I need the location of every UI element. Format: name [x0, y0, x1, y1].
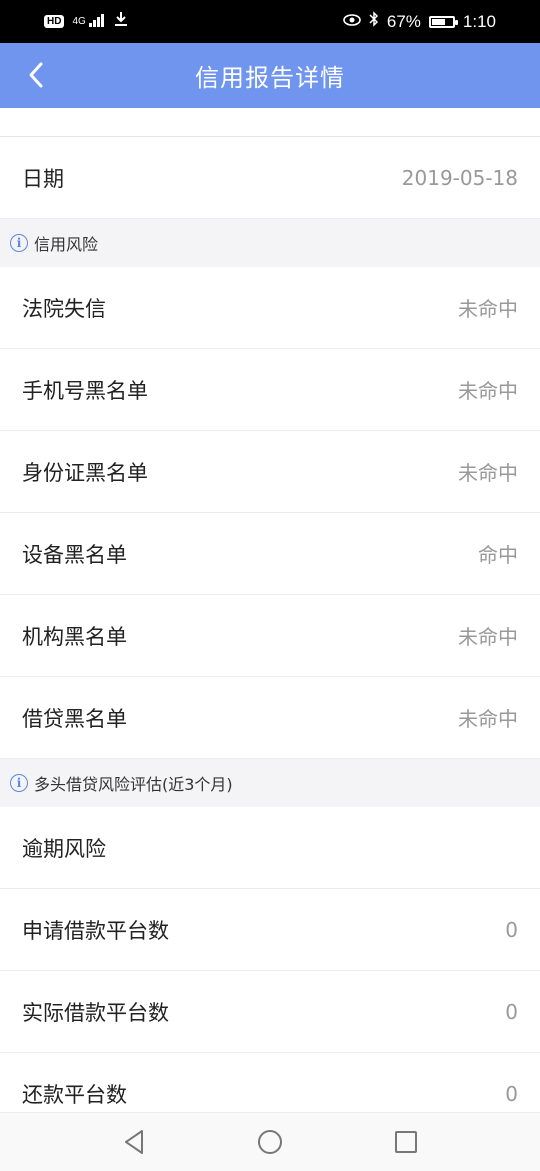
item-label: 设备黑名单	[22, 542, 127, 567]
download-icon	[114, 11, 128, 32]
item-value: 未命中	[458, 297, 518, 321]
status-bar: HD 4G 67% 1:10	[0, 0, 540, 43]
top-spacer-row	[0, 108, 540, 137]
list-item: 手机号黑名单 未命中	[0, 349, 540, 431]
item-label: 法院失信	[22, 296, 106, 321]
date-value: 2019-05-18	[401, 165, 518, 190]
page-title: 信用报告详情	[195, 64, 345, 92]
status-right: 67% 1:10	[343, 11, 496, 32]
section-title: 多头借贷风险评估(近3个月)	[34, 775, 233, 794]
list-item: 借贷黑名单 未命中	[0, 677, 540, 759]
item-label: 借贷黑名单	[22, 706, 127, 731]
nav-home-button[interactable]	[250, 1122, 290, 1162]
list-item: 实际借款平台数 0	[0, 971, 540, 1053]
list-item: 逾期风险	[0, 807, 540, 889]
report-content[interactable]: 日期 2019-05-18 i 信用风险 法院失信 未命中 手机号黑名单 未命中…	[0, 108, 540, 1112]
item-label: 实际借款平台数	[22, 1000, 169, 1025]
app-bar: 信用报告详情	[0, 43, 540, 108]
info-icon: i	[10, 774, 28, 792]
section-header-multi-lending-risk: i 多头借贷风险评估(近3个月)	[0, 759, 540, 807]
status-left: HD 4G	[44, 11, 128, 32]
system-nav-bar	[0, 1112, 540, 1171]
item-value: 未命中	[458, 461, 518, 485]
signal-icon	[88, 12, 106, 32]
date-row: 日期 2019-05-18	[0, 137, 540, 219]
network-type: 4G	[72, 16, 86, 27]
battery-percent: 67%	[386, 11, 421, 31]
battery-icon	[428, 15, 458, 28]
item-value: 未命中	[458, 625, 518, 649]
item-label: 逾期风险	[22, 836, 106, 861]
item-label: 手机号黑名单	[22, 378, 148, 403]
back-button[interactable]	[12, 51, 60, 99]
item-label: 申请借款平台数	[22, 918, 169, 943]
clock: 1:10	[462, 11, 496, 31]
item-value: 0	[505, 1081, 518, 1106]
list-item: 设备黑名单 命中	[0, 513, 540, 595]
list-item: 法院失信 未命中	[0, 267, 540, 349]
info-icon: i	[10, 234, 28, 252]
nav-recents-button[interactable]	[386, 1122, 426, 1162]
date-label: 日期	[22, 166, 64, 191]
list-item: 机构黑名单 未命中	[0, 595, 540, 677]
item-value: 未命中	[458, 707, 518, 731]
bluetooth-icon	[369, 11, 379, 32]
item-label: 还款平台数	[22, 1082, 127, 1107]
item-value: 未命中	[458, 379, 518, 403]
item-label: 身份证黑名单	[22, 460, 148, 485]
item-value: 0	[505, 999, 518, 1024]
list-item: 还款平台数 0	[0, 1053, 540, 1112]
section-title: 信用风险	[34, 235, 99, 254]
item-value: 0	[505, 917, 518, 942]
item-label: 机构黑名单	[22, 624, 127, 649]
square-recents-icon	[395, 1131, 417, 1153]
circle-home-icon	[258, 1130, 282, 1154]
hd-badge: HD	[44, 15, 65, 28]
nav-back-button[interactable]	[114, 1122, 154, 1162]
list-item: 申请借款平台数 0	[0, 889, 540, 971]
triangle-back-icon	[125, 1130, 143, 1154]
section-header-credit-risk: i 信用风险	[0, 219, 540, 267]
eye-icon	[343, 12, 361, 32]
list-item: 身份证黑名单 未命中	[0, 431, 540, 513]
chevron-left-icon	[29, 62, 43, 88]
item-value: 命中	[478, 543, 518, 567]
